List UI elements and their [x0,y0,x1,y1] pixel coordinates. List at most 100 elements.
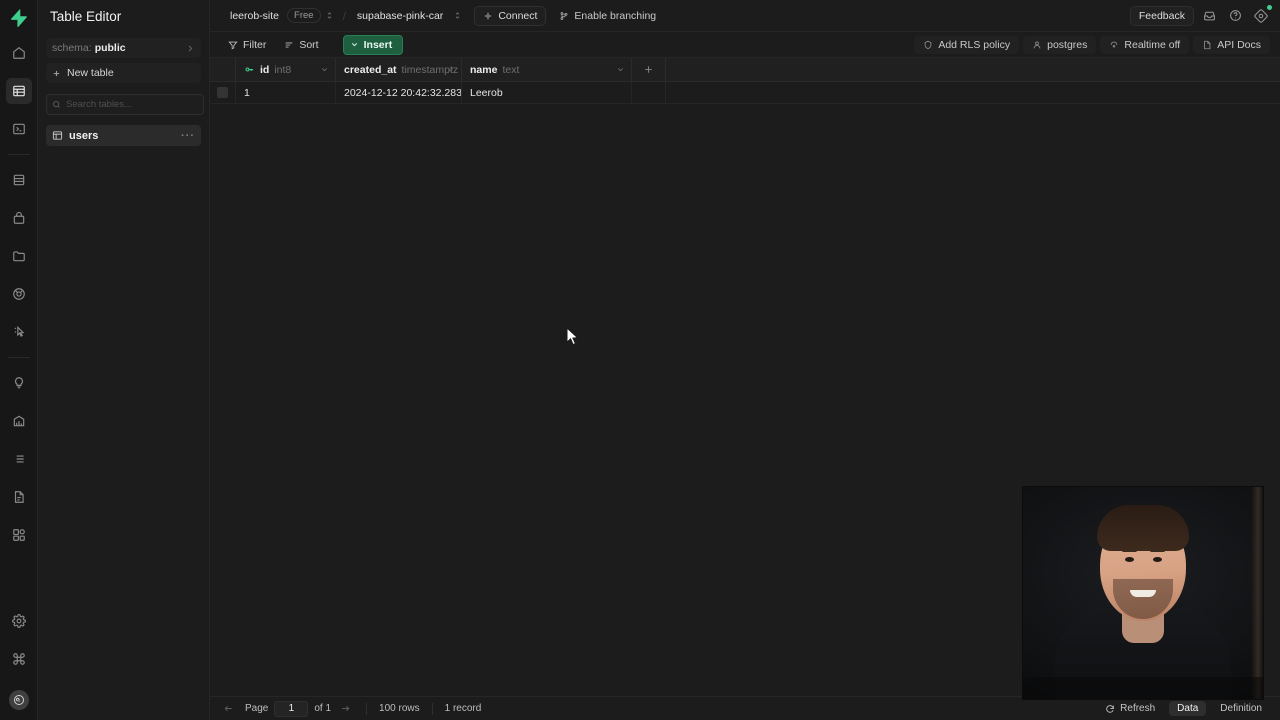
column-type-name: text [502,63,520,76]
table-options-icon[interactable]: ··· [181,130,195,142]
connect-button[interactable]: Connect [474,5,547,26]
cell-created-at[interactable]: 2024-12-12 20:42:32.283649+0( [336,82,462,103]
sidebar-item-realtime[interactable] [6,319,32,345]
realtime-icon [1109,40,1119,50]
branch-icon [559,11,569,21]
insert-button[interactable]: Insert [342,34,404,55]
previous-page-button[interactable] [220,703,237,714]
table-list-item-users[interactable]: users ··· [46,125,201,146]
breadcrumb-separator: / [342,8,346,23]
cell-name[interactable]: Leerob [462,82,632,103]
rail-divider [7,154,30,155]
table-editor-panel: Table Editor schema: public New table Se… [38,0,221,720]
org-chevron-icon[interactable] [321,11,338,20]
inbox-icon[interactable] [1198,5,1220,27]
add-rls-policy-button[interactable]: Add RLS policy [914,35,1020,54]
user-icon [1032,40,1042,50]
sidebar-item-sql-editor[interactable] [6,116,32,142]
rail-divider-2 [7,357,30,358]
next-page-button[interactable] [337,703,354,714]
sort-icon [284,40,294,50]
column-header-created-at[interactable]: created_at timestamptz [336,58,462,81]
webcam-light-edge [1251,487,1263,699]
refresh-label: Refresh [1120,703,1156,714]
column-header-name[interactable]: name text [462,58,632,81]
shield-icon [923,40,933,50]
connect-label: Connect [498,9,538,22]
search-input[interactable] [66,99,198,110]
column-name-name: name [470,63,498,76]
user-avatar[interactable] [8,690,29,710]
sidebar-item-home[interactable] [6,40,32,66]
schema-label: schema: [52,42,92,54]
search-row [46,94,221,115]
filter-button[interactable]: Filter [220,36,274,54]
help-circle-icon[interactable] [1224,5,1246,27]
sidebar-item-logs[interactable] [6,446,32,472]
rows-per-page-selector[interactable]: 100 rows [379,703,420,714]
tab-data[interactable]: Data [1169,701,1207,716]
connect-icon [483,11,493,21]
realtime-label: Realtime off [1124,38,1181,51]
filter-funnel-icon [228,40,238,50]
column-name-created-at: created_at [344,63,397,76]
webcam-person-mouth [1130,590,1156,597]
column-header-id[interactable]: id int8 [236,58,336,81]
webcam-person-hair [1097,505,1189,551]
enable-branching-label: Enable branching [574,9,657,22]
sort-button[interactable]: Sort [276,36,326,54]
tab-definition[interactable]: Definition [1212,701,1270,716]
supabase-table-editor-app: Table Editor schema: public New table Se… [0,0,1280,720]
grid-footer: Page of 1 100 rows 1 record Refresh Data… [210,696,1280,720]
command-menu-button[interactable] [6,646,32,672]
chevron-down-icon[interactable] [320,65,329,74]
project-chevron-icon[interactable] [449,11,466,20]
api-docs-icon [1202,40,1212,50]
sidebar-item-reports[interactable] [6,408,32,434]
sidebar-item-storage[interactable] [6,243,32,269]
realtime-toggle[interactable]: Realtime off [1100,35,1190,54]
sidebar-item-edge-functions[interactable] [6,281,32,307]
webcam-person-eye-left [1125,557,1134,562]
add-column-button[interactable] [632,58,666,81]
icon-rail [0,0,38,720]
new-table-label: New table [67,67,114,79]
breadcrumb-org[interactable]: leerob-site [224,7,285,25]
new-table-button[interactable]: New table [46,63,201,83]
sidebar-item-advisors[interactable] [6,370,32,396]
grid-toolbar: Filter Sort Insert Add RLS policy postgr… [210,32,1280,58]
chevron-down-icon[interactable] [616,65,625,74]
sidebar-item-auth[interactable] [6,205,32,231]
sidebar-item-table-editor[interactable] [5,78,32,104]
supabase-bolt-logo[interactable] [0,2,38,34]
sidebar-item-database[interactable] [6,167,32,193]
search-icon [52,100,61,109]
webcam-person-brow-left [1122,549,1137,552]
panel-body: schema: public New table Search tables..… [38,32,221,146]
feedback-button[interactable]: Feedback [1129,5,1194,26]
webcam-overlay [1023,487,1263,699]
breadcrumb-project[interactable]: supabase-pink-car [351,7,449,25]
schema-value: public [94,42,126,54]
cell-id[interactable]: 1 [236,82,336,103]
page-title: Table Editor [50,8,122,24]
enable-branching-button[interactable]: Enable branching [552,7,663,25]
sidebar-item-api-docs[interactable] [6,484,32,510]
refresh-icon [1105,704,1115,714]
page-number-input[interactable] [274,700,309,717]
table-row[interactable]: 1 2024-12-12 20:42:32.283649+0( Leerob [210,82,1280,104]
sidebar-item-integrations[interactable] [6,522,32,548]
schema-selector[interactable]: schema: public [46,38,201,58]
role-selector[interactable]: postgres [1023,35,1097,54]
chevron-down-icon[interactable] [446,65,455,74]
table-icon [52,130,63,141]
api-docs-button[interactable]: API Docs [1193,35,1270,54]
refresh-button[interactable]: Refresh [1097,701,1163,716]
webcam-person-eye-right [1153,557,1162,562]
theme-icon[interactable] [1250,4,1272,27]
row-checkbox[interactable] [210,82,236,103]
plan-badge[interactable]: Free [287,8,321,23]
settings-button[interactable] [6,608,32,634]
search-box[interactable] [46,94,204,115]
select-all-header-cell[interactable] [210,58,236,81]
